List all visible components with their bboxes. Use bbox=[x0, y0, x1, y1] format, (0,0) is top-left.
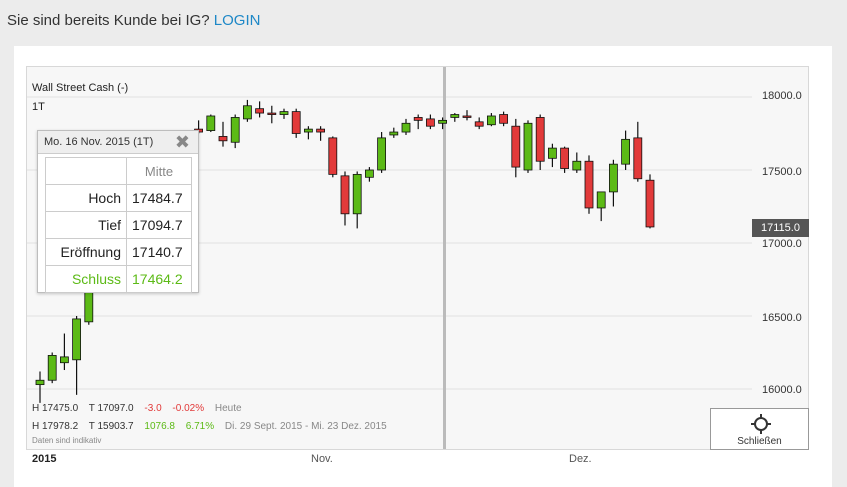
tooltip-value-open: 17140.7 bbox=[126, 238, 192, 266]
candle-body bbox=[230, 117, 240, 143]
candle-body bbox=[499, 114, 509, 124]
candle-body bbox=[413, 117, 423, 121]
x-label-year: 2015 bbox=[32, 453, 57, 465]
candle-body bbox=[60, 356, 69, 364]
candle-body bbox=[425, 118, 435, 127]
candle-body bbox=[72, 318, 81, 361]
today-percent: -0.02% bbox=[172, 403, 205, 414]
candle-body bbox=[340, 175, 350, 215]
tooltip-value-high: 17484.7 bbox=[126, 184, 192, 212]
range-percent: 6.71% bbox=[185, 421, 215, 432]
candle-body bbox=[364, 169, 374, 178]
y-label-18000: 18000.0 bbox=[762, 90, 802, 102]
current-price-tag: 17115.0 bbox=[752, 219, 809, 237]
candle-body bbox=[401, 122, 411, 133]
tooltip-value-low: 17094.7 bbox=[126, 211, 192, 239]
y-label-16000: 16000.0 bbox=[762, 384, 802, 396]
candle-body bbox=[584, 160, 594, 209]
today-change: -3.0 bbox=[144, 403, 162, 414]
candle-body bbox=[316, 128, 326, 133]
candle-body bbox=[255, 108, 265, 114]
range-high: H 17978.2 bbox=[32, 421, 79, 432]
candle-body bbox=[511, 125, 521, 168]
range-change: 1076.8 bbox=[144, 421, 175, 432]
candle-body bbox=[572, 160, 582, 171]
candle-tooltip: Mo. 16 Nov. 2015 (1T) ✖ Mitte Hoch 17484.… bbox=[37, 130, 199, 293]
period-label[interactable]: 1T bbox=[32, 101, 45, 113]
range-label: Di. 29 Sept. 2015 - Mi. 23 Dez. 2015 bbox=[224, 421, 387, 432]
stats-today: H 17475.0 T 17097.0 -3.0 -0.02% Heute bbox=[32, 403, 250, 414]
candle-body bbox=[450, 114, 460, 118]
indicative-note: Daten sind indikativ bbox=[32, 436, 102, 445]
candle-body bbox=[242, 105, 252, 120]
x-label-nov: Nov. bbox=[311, 453, 333, 465]
tooltip-table: Mitte Hoch 17484.7 Tief 17094.7 Eröffnung 1… bbox=[45, 157, 192, 293]
candle-body bbox=[621, 138, 630, 165]
candle-body bbox=[645, 179, 655, 228]
today-low: T 17097.0 bbox=[88, 403, 134, 414]
candle-body bbox=[560, 147, 569, 169]
candle-body bbox=[548, 147, 557, 159]
tooltip-label-open: Eröffnung bbox=[45, 238, 127, 266]
tooltip-label-high: Hoch bbox=[45, 184, 127, 212]
x-label-dez: Dez. bbox=[569, 453, 592, 465]
y-label-17000: 17000.0 bbox=[762, 238, 802, 250]
tooltip-column-header: Mitte bbox=[126, 157, 192, 185]
today-label: Heute bbox=[214, 403, 242, 414]
instrument-title: Wall Street Cash (-) bbox=[32, 82, 129, 94]
stats-range: H 17978.2 T 15903.7 1076.8 6.71% Di. 29 … bbox=[32, 421, 395, 432]
candle-body bbox=[377, 137, 387, 171]
today-high: H 17475.0 bbox=[32, 403, 79, 414]
close-chart-label: Schließen bbox=[737, 436, 782, 447]
candle-body bbox=[486, 115, 496, 126]
candle-body bbox=[352, 173, 362, 215]
range-low: T 15903.7 bbox=[88, 421, 134, 432]
crosshair-icon bbox=[751, 414, 771, 434]
candle-body bbox=[291, 111, 301, 134]
candle-body bbox=[218, 136, 228, 142]
close-icon[interactable]: ✖ bbox=[175, 132, 190, 152]
candle-body bbox=[609, 163, 618, 193]
candle-body bbox=[303, 128, 313, 133]
tooltip-label-low: Tief bbox=[45, 211, 127, 239]
close-chart-button[interactable]: Schließen bbox=[710, 408, 809, 450]
candle-body bbox=[474, 121, 484, 127]
candle-body bbox=[535, 117, 545, 162]
candle-body bbox=[523, 122, 533, 171]
candle-body bbox=[206, 115, 216, 131]
tooltip-value-close: 17464.2 bbox=[126, 265, 192, 293]
candle-body bbox=[596, 191, 606, 209]
candle-body bbox=[438, 119, 448, 124]
candle-body bbox=[462, 115, 472, 118]
candle-body bbox=[35, 379, 45, 386]
candle-body bbox=[389, 131, 399, 136]
y-label-17500: 17500.0 bbox=[762, 166, 802, 178]
candle-body bbox=[47, 355, 57, 381]
tooltip-label-close: Schluss bbox=[45, 265, 127, 293]
y-label-16500: 16500.0 bbox=[762, 312, 802, 324]
candle-body bbox=[267, 112, 277, 115]
candle-body bbox=[633, 137, 643, 180]
candle-body bbox=[279, 111, 289, 115]
candle-body bbox=[328, 137, 338, 175]
